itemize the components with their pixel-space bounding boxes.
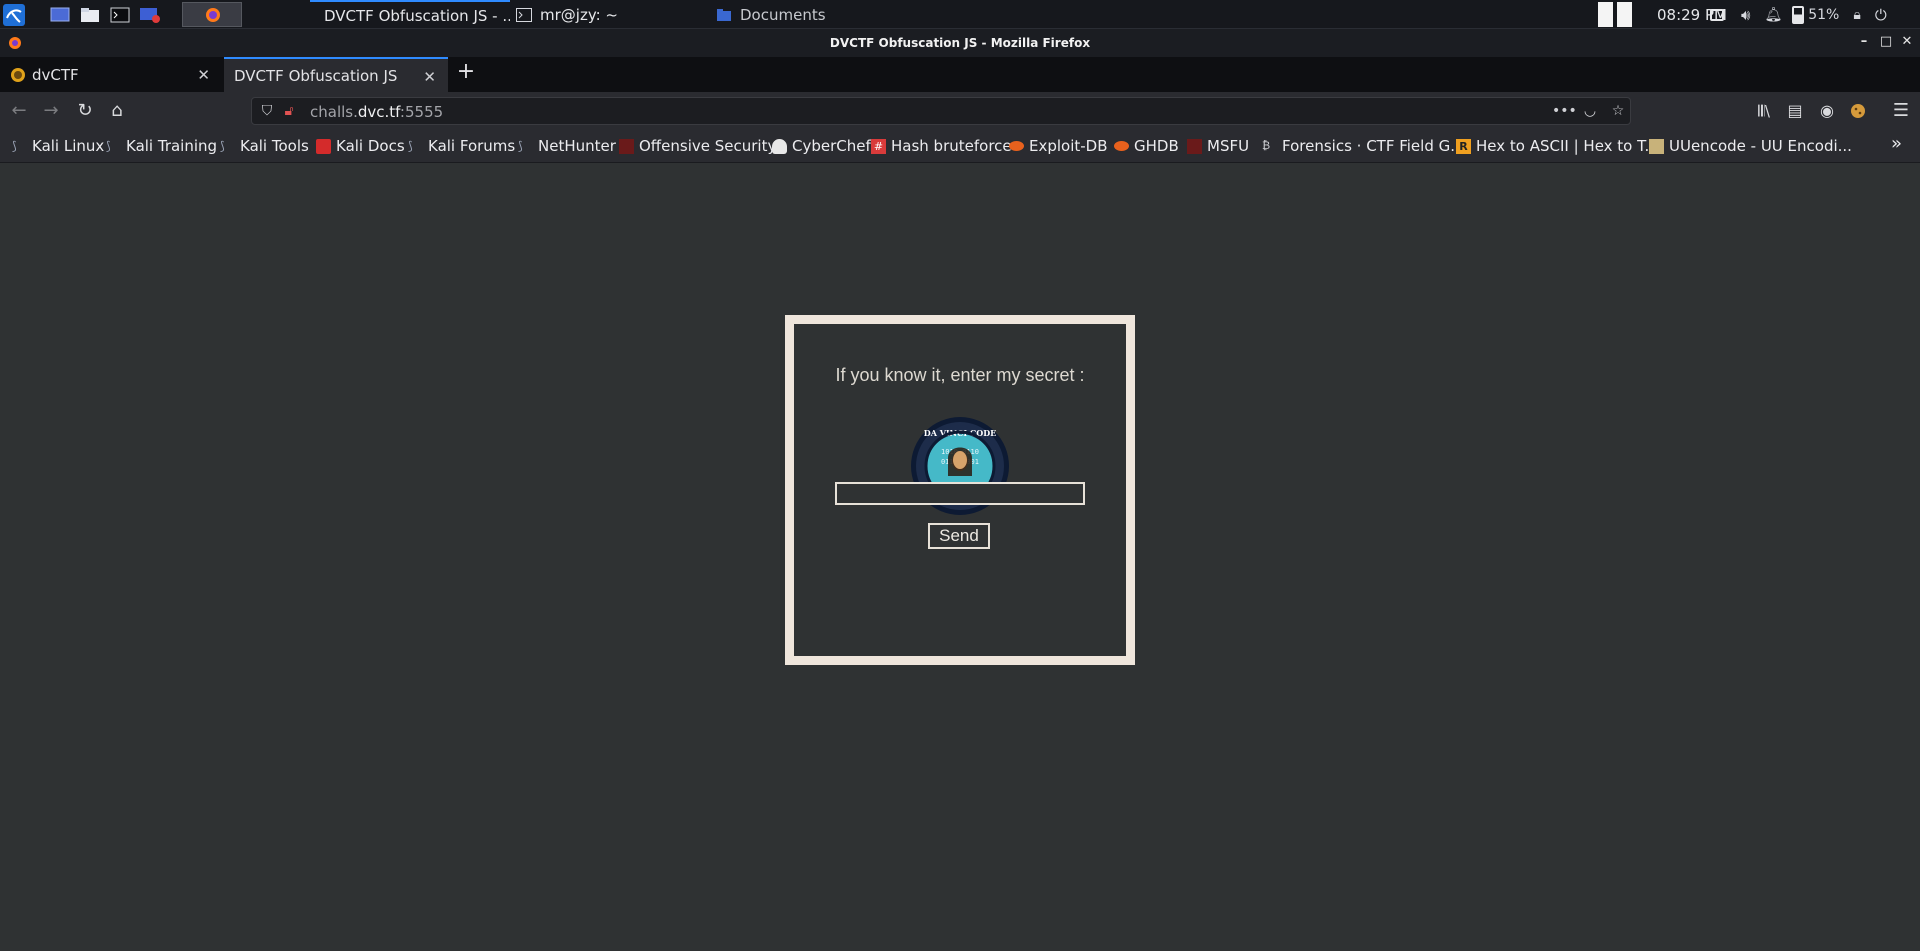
close-tab-icon[interactable]: ✕: [423, 68, 436, 86]
navigation-bar: ← → ↻ ⌂ ⛉ 🔓︎ challs.dvc.tf:5555 ••• ◡ ☆ …: [0, 92, 1920, 130]
bookmark-offensive-security[interactable]: Offensive Security: [619, 137, 776, 155]
battery-icon[interactable]: [1792, 5, 1805, 24]
bookmark-exploit-db[interactable]: Exploit-DB: [1009, 137, 1108, 155]
url-bar[interactable]: ⛉ 🔓︎ challs.dvc.tf:5555 ••• ◡ ☆: [251, 97, 1631, 125]
volume-icon[interactable]: 🔊︎: [1741, 6, 1750, 24]
hash-icon: #: [871, 138, 886, 154]
secret-card-inner: If you know it, enter my secret : DA VIN…: [794, 324, 1126, 656]
bookmark-forensics[interactable]: ₿ Forensics · CTF Field G...: [1262, 137, 1465, 155]
task-documents[interactable]: Documents: [710, 0, 910, 29]
chef-hat-icon: [772, 138, 787, 154]
ghdb-icon: [1114, 141, 1129, 151]
terminal-icon: [516, 7, 532, 22]
file-manager-icon[interactable]: [78, 3, 101, 26]
library-icon[interactable]: 𝄃𝄃\: [1753, 100, 1775, 122]
kali-dragon-icon: ⟆: [220, 138, 225, 153]
nethunter-icon: ⟆: [518, 138, 523, 153]
exploit-db-icon: [1009, 141, 1024, 151]
bookmark-hex-to-ascii[interactable]: R Hex to ASCII | Hex to T...: [1456, 137, 1659, 155]
secret-input[interactable]: [835, 482, 1085, 505]
secret-card: If you know it, enter my secret : DA VIN…: [785, 315, 1135, 665]
task-firefox[interactable]: DVCTF Obfuscation JS - ...: [310, 0, 510, 29]
msfu-icon: [1187, 138, 1202, 154]
logout-icon[interactable]: ⏻: [1875, 6, 1887, 24]
dvctf-favicon-icon: [11, 67, 25, 82]
window-title: DVCTF Obfuscation JS - Mozilla Firefox: [829, 36, 1091, 50]
secret-prompt: If you know it, enter my secret :: [835, 365, 1085, 385]
pocket-icon[interactable]: ◡: [1581, 102, 1599, 120]
folder-icon: [717, 8, 731, 21]
tab-strip: dvCTF ✕ DVCTF Obfuscation JS ✕: [0, 57, 1920, 92]
bookmark-msfu[interactable]: MSFU: [1187, 137, 1249, 155]
uuencode-icon: [1649, 138, 1664, 154]
task-label: Documents: [740, 5, 826, 24]
task-label: DVCTF Obfuscation JS - ...: [324, 6, 510, 25]
back-button[interactable]: ←: [8, 100, 30, 122]
notification-bell-icon[interactable]: 🔔︎: [1764, 7, 1782, 23]
kali-dragon-icon: ⟆: [106, 138, 111, 153]
tab-label: DVCTF Obfuscation JS: [234, 66, 398, 85]
kali-dragon-icon: ⟆: [408, 138, 413, 153]
desktop-icon[interactable]: [48, 3, 71, 26]
page-actions-icon[interactable]: •••: [1552, 102, 1577, 120]
forensics-icon: ₿: [1262, 138, 1271, 152]
kali-docs-icon: [316, 138, 331, 154]
screen-record-icon[interactable]: [138, 3, 161, 26]
bookmark-nethunter[interactable]: ⟆ NetHunter: [518, 137, 616, 155]
kali-menu-icon[interactable]: [2, 3, 25, 26]
terminal-icon[interactable]: [108, 3, 131, 26]
firefox-icon: [206, 8, 220, 22]
close-tab-icon[interactable]: ✕: [197, 66, 210, 84]
bookmark-kali-docs[interactable]: Kali Docs: [316, 137, 405, 155]
bookmark-ghdb[interactable]: GHDB: [1114, 137, 1179, 155]
account-icon[interactable]: ◉: [1816, 100, 1838, 122]
page-content: If you know it, enter my secret : DA VIN…: [0, 163, 1920, 951]
tracking-shield-icon[interactable]: ⛉: [258, 102, 276, 120]
more-bookmarks-icon[interactable]: »: [1891, 133, 1902, 154]
bookmark-cyberchef[interactable]: CyberChef: [772, 137, 871, 155]
display-icon[interactable]: [1710, 8, 1724, 21]
lock-icon[interactable]: 🔒︎: [1853, 7, 1860, 23]
workspace-2[interactable]: [1617, 2, 1632, 27]
bookmark-kali-linux[interactable]: ⟆ Kali Linux: [12, 137, 104, 155]
bookmark-kali-training[interactable]: ⟆ Kali Training: [106, 137, 217, 155]
send-button[interactable]: Send: [928, 523, 990, 549]
reload-button[interactable]: ↻: [74, 100, 96, 122]
tab-obfuscation-js[interactable]: DVCTF Obfuscation JS ✕: [224, 57, 448, 92]
home-button[interactable]: ⌂: [106, 100, 128, 122]
maximize-icon[interactable]: □: [1879, 35, 1893, 49]
bookmark-hash-bruteforce[interactable]: # Hash bruteforce: [871, 137, 1012, 155]
rapidtables-icon: R: [1456, 138, 1471, 154]
bookmark-star-icon[interactable]: ☆: [1609, 102, 1627, 120]
minimize-icon[interactable]: –: [1857, 35, 1871, 49]
bookmark-kali-tools[interactable]: ⟆ Kali Tools: [220, 137, 309, 155]
taskbar: DVCTF Obfuscation JS - ... mr@jzy: ~ Doc…: [0, 0, 1920, 29]
close-window-icon[interactable]: ✕: [1900, 35, 1914, 49]
cookie-extension-icon[interactable]: [1847, 100, 1869, 122]
bookmark-kali-forums[interactable]: ⟆ Kali Forums: [408, 137, 515, 155]
insecure-lock-icon[interactable]: 🔓︎: [280, 102, 298, 120]
workspace-1[interactable]: [1598, 2, 1613, 27]
sidebar-icon[interactable]: ▤: [1784, 100, 1806, 122]
battery-level: 51%: [1808, 6, 1840, 23]
task-terminal[interactable]: mr@jzy: ~: [510, 0, 710, 29]
app-menu-icon[interactable]: ☰: [1890, 100, 1912, 122]
kali-dragon-icon: ⟆: [12, 138, 17, 153]
forward-button[interactable]: →: [40, 100, 62, 122]
window-titlebar: DVCTF Obfuscation JS - Mozilla Firefox –…: [0, 29, 1920, 57]
firefox-taskbar-button[interactable]: [182, 2, 242, 27]
url-text[interactable]: challs.dvc.tf:5555: [310, 103, 443, 121]
task-label: mr@jzy: ~: [540, 5, 618, 24]
tab-dvctf[interactable]: dvCTF ✕: [0, 57, 222, 92]
tab-label: dvCTF: [32, 65, 79, 84]
bookmark-uuencode[interactable]: UUencode - UU Encodi...: [1649, 137, 1852, 155]
new-tab-button[interactable]: +: [454, 61, 478, 85]
bookmarks-toolbar: ⟆ Kali Linux ⟆ Kali Training ⟆ Kali Tools K…: [0, 130, 1920, 163]
offsec-icon: [619, 138, 634, 154]
